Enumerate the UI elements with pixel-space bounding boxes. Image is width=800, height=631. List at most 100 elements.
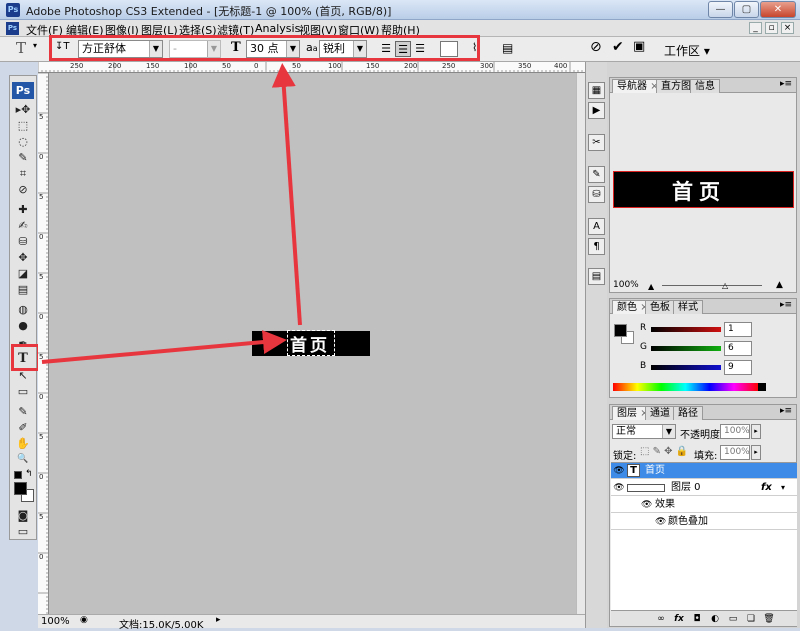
magic-wand-tool-icon[interactable]: ✎ <box>14 150 32 165</box>
zoom-tool-icon[interactable]: 🔍 <box>14 452 32 467</box>
g-value-input[interactable]: 6 <box>724 341 752 356</box>
panel-menu-icon[interactable]: ▸≡ <box>780 406 792 416</box>
character-panel-icon[interactable]: ▤ <box>502 41 513 55</box>
r-value-input[interactable]: 1 <box>724 322 752 337</box>
lock-icons[interactable]: ⬚ ✎ ✥ 🔒 <box>640 446 688 457</box>
b-slider[interactable] <box>651 365 721 370</box>
panel-menu-icon[interactable]: ▸≡ <box>780 79 792 89</box>
layer-name[interactable]: 首页 <box>645 463 665 479</box>
paragraph-panel-icon[interactable]: ¶ <box>588 238 605 255</box>
maximize-button[interactable]: ▢ <box>734 1 759 18</box>
tab-swatches[interactable]: 色板 <box>645 300 675 314</box>
new-group-icon[interactable]: ▭ <box>727 613 739 625</box>
tab-paths[interactable]: 路径 <box>673 406 703 420</box>
color-ramp[interactable] <box>613 383 758 391</box>
eye-icon[interactable]: 👁 <box>613 480 625 496</box>
layer-row-text[interactable]: 👁 T 首页 <box>611 463 797 479</box>
quick-mask-icon[interactable]: ◙ <box>14 508 32 523</box>
history-panel-icon[interactable]: ▦ <box>588 82 605 99</box>
bridge-icon[interactable]: ▣ <box>633 39 645 54</box>
actions-panel-icon[interactable]: ▶ <box>588 102 605 119</box>
zoom-out-icon[interactable]: ▲ <box>648 282 654 291</box>
color-fg-swatch[interactable] <box>614 324 627 337</box>
zoom-slider[interactable] <box>662 285 762 286</box>
new-layer-icon[interactable]: ❏ <box>745 613 757 625</box>
g-slider[interactable] <box>651 346 721 351</box>
effects-eye-icon[interactable]: 👁 <box>641 497 652 513</box>
layer-name[interactable]: 图层 0 <box>671 480 701 496</box>
layer-effect-color-overlay[interactable]: 👁 颜色叠加 <box>611 514 797 530</box>
status-icon[interactable]: ◉ <box>80 615 88 625</box>
crop-tool-icon[interactable]: ⌗ <box>14 166 32 181</box>
doc-minimize-icon[interactable]: _ <box>749 22 762 34</box>
eyedropper-tool-icon[interactable]: ✐ <box>14 420 32 435</box>
doc-restore-icon[interactable]: ▫ <box>765 22 778 34</box>
history-brush-tool-icon[interactable]: ✥ <box>14 250 32 265</box>
cancel-icon[interactable]: ⊘ <box>590 39 602 55</box>
eraser-tool-icon[interactable]: ◪ <box>14 266 32 281</box>
move-tool-icon[interactable]: ▸✥ <box>14 102 32 117</box>
tab-info[interactable]: 信息 <box>690 79 720 93</box>
status-menu-icon[interactable]: ▸ <box>216 615 221 625</box>
tool-preset-chevron-icon[interactable]: ▾ <box>33 41 37 50</box>
navigator-preview[interactable]: 首页 <box>613 171 794 208</box>
tool-preset-icon[interactable]: T <box>16 39 26 57</box>
link-layers-icon[interactable]: ∞ <box>655 613 667 625</box>
opacity-input[interactable]: 100% <box>720 424 750 439</box>
healing-brush-tool-icon[interactable]: ✚ <box>14 202 32 217</box>
zoom-in-icon[interactable]: ▲ <box>776 280 783 290</box>
layer-comps-icon[interactable]: ▤ <box>588 268 605 285</box>
blur-tool-icon[interactable]: ◍ <box>14 302 32 317</box>
layer-row-image[interactable]: 👁 图层 0 fx ▾ <box>611 480 797 496</box>
vertical-scrollbar[interactable] <box>576 73 585 614</box>
add-mask-icon[interactable]: ◘ <box>691 613 703 625</box>
close-button[interactable]: ✕ <box>760 1 796 18</box>
tab-styles[interactable]: 样式 <box>673 300 703 314</box>
foreground-color-swatch[interactable] <box>14 482 27 495</box>
opacity-arrow-icon[interactable]: ▸ <box>751 424 761 439</box>
commit-icon[interactable]: ✔ <box>612 39 624 55</box>
lasso-tool-icon[interactable]: ◌ <box>14 134 32 149</box>
brush-tool-icon[interactable]: ✍ <box>14 218 32 233</box>
workspace-button[interactable]: 工作区 ▾ <box>664 42 710 59</box>
slice-tool-icon[interactable]: ⊘ <box>14 182 32 197</box>
minimize-button[interactable]: — <box>708 1 733 18</box>
screen-mode-icon[interactable]: ▭ <box>14 524 32 539</box>
marquee-tool-icon[interactable]: ⬚ <box>14 118 32 133</box>
tab-channels[interactable]: 通道 <box>645 406 675 420</box>
r-slider[interactable] <box>651 327 721 332</box>
tool-presets-icon[interactable]: ✂ <box>588 134 605 151</box>
panel-menu-icon[interactable]: ▸≡ <box>780 300 792 310</box>
clone-stamp-tool-icon[interactable]: ⛁ <box>14 234 32 249</box>
dodge-tool-icon[interactable]: ● <box>14 318 32 333</box>
add-style-icon[interactable]: fx <box>673 613 685 625</box>
character-panel-icon[interactable]: A <box>588 218 605 235</box>
blend-mode-select[interactable]: 正常 ▼ <box>612 424 676 439</box>
clone-source-icon[interactable]: ⛁ <box>588 186 605 203</box>
delete-layer-icon[interactable]: 🗑 <box>763 613 775 625</box>
expand-effects-icon[interactable]: ▾ <box>781 480 785 496</box>
notes-tool-icon[interactable]: ✎ <box>14 404 32 419</box>
zoom-readout[interactable]: 100% <box>41 616 70 627</box>
navigator-zoom[interactable]: 100% <box>613 280 639 290</box>
swap-colors-icon[interactable]: ↰ <box>25 469 33 479</box>
doc-close-icon[interactable]: × <box>781 22 794 34</box>
default-colors-icon[interactable] <box>14 471 22 479</box>
shape-tool-icon[interactable]: ▭ <box>14 384 32 399</box>
zoom-slider-thumb[interactable]: △ <box>722 281 728 290</box>
menu-analysis[interactable]: Analysis <box>255 22 300 35</box>
fx-icon[interactable]: fx <box>761 480 772 496</box>
overlay-eye-icon[interactable]: 👁 <box>655 514 666 530</box>
fill-arrow-icon[interactable]: ▸ <box>751 445 761 460</box>
color-ramp-black[interactable] <box>758 383 766 391</box>
fill-input[interactable]: 100% <box>720 445 750 460</box>
hand-tool-icon[interactable]: ✋ <box>14 436 32 451</box>
brushes-panel-icon[interactable]: ✎ <box>588 166 605 183</box>
adjustment-layer-icon[interactable]: ◐ <box>709 613 721 625</box>
b-value-input[interactable]: 9 <box>724 360 752 375</box>
eye-icon[interactable]: 👁 <box>613 463 625 479</box>
gradient-tool-icon[interactable]: ▤ <box>14 282 32 297</box>
layer-effects-row[interactable]: 👁 效果 <box>611 497 797 513</box>
text-bounding-box[interactable] <box>287 330 335 356</box>
ps-menu-icon[interactable]: Ps <box>6 22 19 35</box>
